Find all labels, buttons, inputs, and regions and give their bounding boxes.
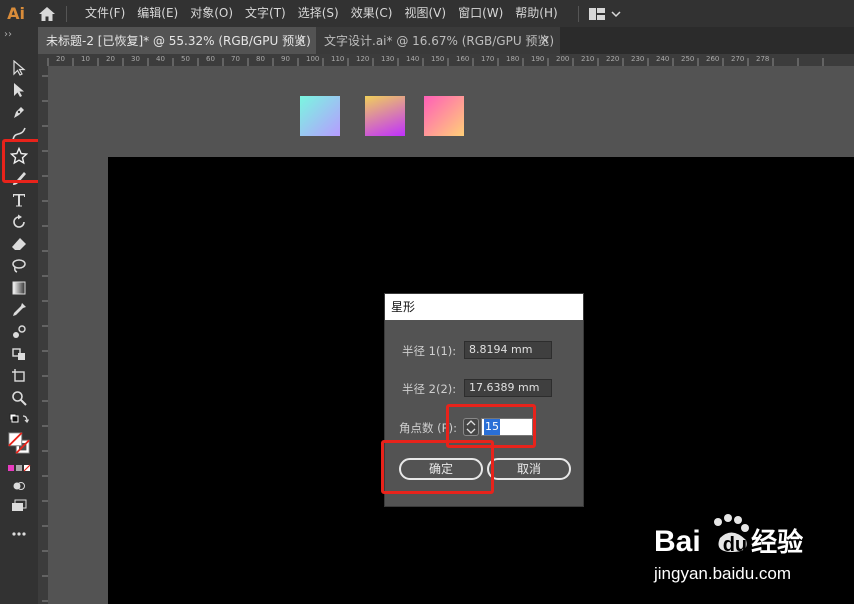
selection-icon[interactable]	[7, 58, 31, 78]
ruler-tick-label: 30	[131, 55, 140, 63]
home-icon[interactable]	[32, 0, 62, 27]
radius2-input[interactable]: 17.6389 mm	[464, 379, 552, 397]
ruler-vertical	[38, 66, 48, 604]
menu-object[interactable]: 对象(O)	[184, 0, 239, 27]
direct-selection-icon[interactable]	[7, 80, 31, 100]
ruler-tick-label: 260	[706, 55, 720, 63]
baidu-watermark: Bai du 经验 jingyan.baidu.com	[650, 512, 850, 592]
ruler-horizontal: 20 10 20 30 40 50 60 70 80 90 100 110 12…	[38, 54, 854, 66]
ruler-tick-label: 90	[281, 55, 290, 63]
panel-collapse-icon[interactable]: ››	[0, 27, 38, 54]
menu-bar: Ai 文件(F) 编辑(E) 对象(O) 文字(T) 选择(S) 效果(C) 视…	[0, 0, 854, 27]
watermark-brand: Bai	[654, 525, 701, 558]
radius1-input[interactable]: 8.8194 mm	[464, 341, 552, 359]
radius1-label: 半径 1(1):	[402, 344, 457, 358]
ruler-tick-label: 140	[406, 55, 420, 63]
gradient-swatch-orange[interactable]	[424, 96, 464, 136]
tab-label: 文字设计.ai* @ 16.67% (RGB/GPU 预览)	[324, 34, 555, 48]
artboard-icon[interactable]	[7, 366, 31, 386]
menu-type[interactable]: 文字(T)	[239, 0, 292, 27]
ruler-tick-label: 250	[681, 55, 695, 63]
dialog-title: 星形	[385, 294, 583, 320]
illustrator-window: Ai 文件(F) 编辑(E) 对象(O) 文字(T) 选择(S) 效果(C) 视…	[0, 0, 854, 604]
menu-select[interactable]: 选择(S)	[292, 0, 345, 27]
type-icon[interactable]	[7, 190, 31, 210]
shape-builder-icon[interactable]	[7, 344, 31, 364]
radius2-label: 半径 2(2):	[402, 382, 457, 396]
ruler-tick-label: 110	[331, 55, 345, 63]
ruler-tick-label: 230	[631, 55, 645, 63]
menu-divider	[577, 5, 579, 22]
blend-icon[interactable]	[7, 322, 31, 342]
main-menu: 文件(F) 编辑(E) 对象(O) 文字(T) 选择(S) 效果(C) 视图(V…	[79, 0, 564, 27]
color-mode-icon[interactable]	[7, 458, 31, 478]
ruler-tick-label: 120	[356, 55, 370, 63]
menu-window[interactable]: 窗口(W)	[452, 0, 509, 27]
ruler-tick-label: 70	[231, 55, 240, 63]
rotate-icon[interactable]	[7, 212, 31, 232]
annotation-star-tool	[2, 139, 42, 183]
ruler-tick-label: 80	[256, 55, 265, 63]
workspace-switcher[interactable]	[574, 5, 621, 22]
tools-panel	[0, 54, 38, 604]
workspace-layout-icon[interactable]	[588, 7, 605, 20]
ruler-tick-label: 270	[731, 55, 745, 63]
close-icon[interactable]: ×	[540, 33, 550, 47]
watermark-service: 经验	[751, 527, 804, 557]
chevron-down-icon[interactable]	[611, 10, 621, 18]
ruler-tick-label: 100	[306, 55, 320, 63]
ruler-tick-label: 220	[606, 55, 620, 63]
eyedropper-icon[interactable]	[7, 300, 31, 320]
cancel-button[interactable]: 取消	[487, 458, 571, 480]
fill-stroke-icon[interactable]	[7, 430, 31, 456]
ruler-tick-label: 200	[556, 55, 570, 63]
watermark-url: jingyan.baidu.com	[654, 564, 792, 583]
ruler-tick-label: 20	[106, 55, 115, 63]
ruler-tick-label: 170	[481, 55, 495, 63]
tab-label: 未标题-2 [已恢复]* @ 55.32% (RGB/GPU 预览)	[46, 34, 311, 48]
watermark-brand2: du	[722, 534, 748, 556]
ruler-tick-label: 130	[381, 55, 395, 63]
eraser-icon[interactable]	[7, 234, 31, 254]
gradient-icon[interactable]	[7, 278, 31, 298]
gradient-swatch-cyan[interactable]	[300, 96, 340, 136]
ruler-tick-label: 240	[656, 55, 670, 63]
menu-help[interactable]: 帮助(H)	[509, 0, 563, 27]
document-tabs: ›› 未标题-2 [已恢复]* @ 55.32% (RGB/GPU 预览) × …	[0, 27, 854, 54]
ruler-tick-label: 40	[156, 55, 165, 63]
menu-effect[interactable]: 效果(C)	[345, 0, 399, 27]
annotation-ok-button	[381, 440, 494, 494]
ruler-tick-label: 278	[756, 55, 770, 63]
menu-file[interactable]: 文件(F)	[79, 0, 131, 27]
tab-untitled-2[interactable]: 未标题-2 [已恢复]* @ 55.32% (RGB/GPU 预览) ×	[38, 27, 316, 54]
ruler-tick-label: 50	[181, 55, 190, 63]
ruler-tick-label: 150	[431, 55, 445, 63]
pen-icon[interactable]	[7, 102, 31, 122]
app-logo: Ai	[7, 4, 25, 23]
gradient-swatch-magenta[interactable]	[365, 96, 405, 136]
zoom-icon[interactable]	[7, 388, 31, 408]
menu-view[interactable]: 视图(V)	[398, 0, 452, 27]
ruler-tick-label: 190	[531, 55, 545, 63]
ruler-tick-label: 20	[56, 55, 65, 63]
ruler-tick-label: 160	[456, 55, 470, 63]
tab-text-design[interactable]: 文字设计.ai* @ 16.67% (RGB/GPU 预览) ×	[316, 27, 560, 54]
ruler-tick-label: 210	[581, 55, 595, 63]
more-icon[interactable]	[7, 524, 31, 544]
screen-mode-icon[interactable]	[7, 496, 31, 516]
close-icon[interactable]: ×	[296, 33, 306, 47]
ruler-tick-label: 60	[206, 55, 215, 63]
menu-edit[interactable]: 编辑(E)	[131, 0, 184, 27]
draw-mode-icon[interactable]	[7, 476, 31, 496]
ruler-tick-label: 180	[506, 55, 520, 63]
lasso-icon[interactable]	[7, 256, 31, 276]
ruler-tick-label: 10	[81, 55, 90, 63]
menu-divider	[66, 5, 67, 22]
swap-fill-stroke-icon[interactable]	[7, 410, 31, 430]
